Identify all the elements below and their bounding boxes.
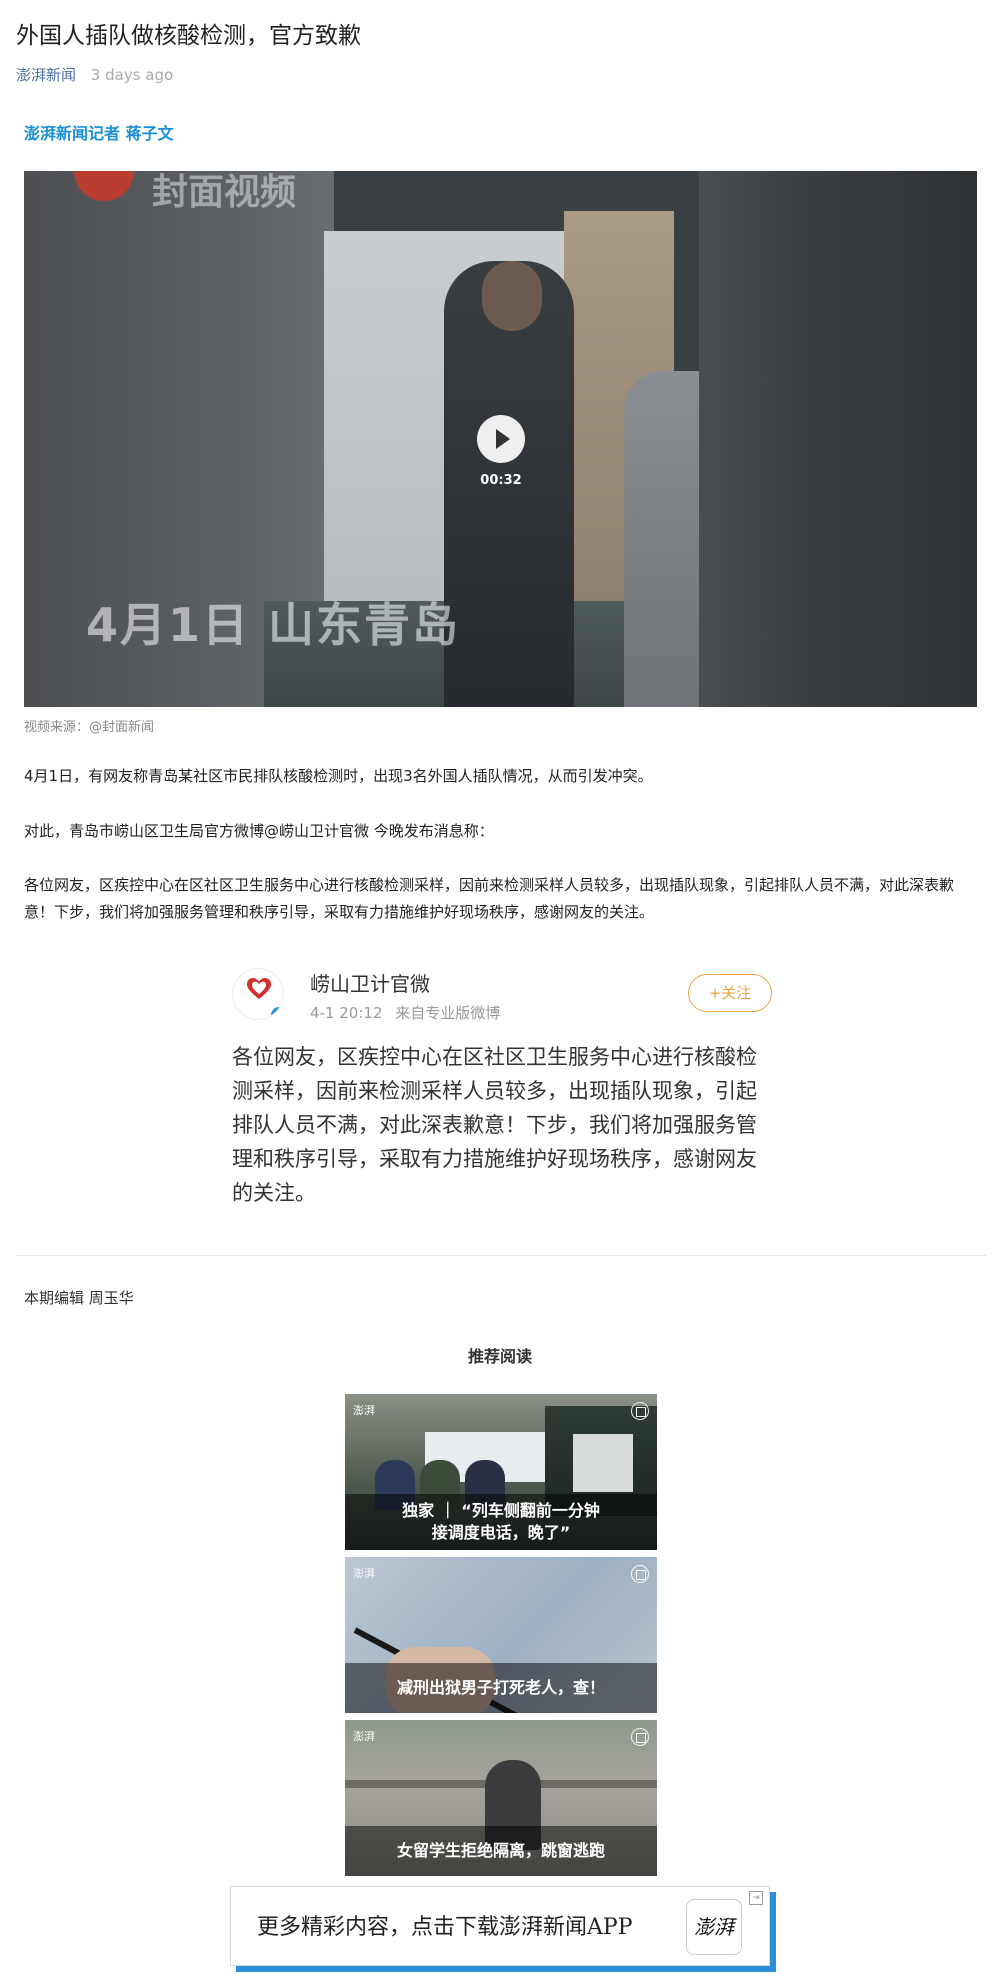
open-link-icon <box>631 1565 649 1583</box>
video-source-note: 视频来源：@封面新闻 <box>24 720 155 735</box>
video-caption: 4月1日 山东青岛 <box>86 598 461 652</box>
open-link-icon[interactable]: ⇥ <box>749 1891 763 1905</box>
card-title: 独家 ｜ “列车侧翻前一分钟 接调度电话，晚了” <box>345 1494 657 1550</box>
body-paragraph: 各位网友，区疾控中心在区社区卫生服务中心进行核酸检测采样，因前来检测采样人员较多… <box>24 876 955 921</box>
open-link-icon <box>631 1728 649 1746</box>
weibo-account-name[interactable]: 崂山卫计官微 <box>310 968 430 997</box>
editor-credit: 本期编辑 周玉华 <box>24 1289 134 1307</box>
weibo-post-date: 4-1 20:12 <box>310 1004 383 1022</box>
article-meta: 澎湃新闻 3 days ago <box>16 64 173 85</box>
video-frame-person-head <box>482 261 542 331</box>
recommend-card[interactable]: 澎湃 减刑出狱男子打死老人，查！ <box>345 1557 657 1713</box>
weibo-post-text: 各位网友，区疾控中心在区社区卫生服务中心进行核酸检测采样，因前来检测采样人员较多… <box>232 1045 757 1205</box>
recommend-heading: 推荐阅读 <box>467 1347 532 1366</box>
section-divider <box>16 1255 986 1256</box>
article-time: 3 days ago <box>90 66 174 84</box>
card-title-line: 接调度电话，晚了” <box>431 1523 571 1542</box>
video-duration: 00:32 <box>480 473 522 488</box>
weibo-post-via: 来自专业版微博 <box>395 1004 501 1022</box>
weibo-embed-card: ✓ 崂山卫计官微 4-1 20:12 来自专业版微博 +关注 各位网友，区疾控中… <box>228 962 774 1212</box>
article-title: 外国人插队做核酸检测，官方致歉 <box>16 23 361 49</box>
card-title-line: 女留学生拒绝隔离，跳窗逃跑 <box>396 1841 605 1860</box>
body-paragraph: 对此，青岛市崂山区卫生局官方微博@崂山卫计官微 今晚发布消息称： <box>24 822 494 840</box>
app-logo-icon: 澎湃 <box>686 1899 742 1955</box>
recommend-card[interactable]: 澎湃 女留学生拒绝隔离，跳窗逃跑 <box>345 1720 657 1876</box>
download-app-banner[interactable]: 更多精彩内容，点击下载澎湃新闻APP 澎湃 ⇥ <box>230 1886 770 1966</box>
video-frame-blur <box>699 171 977 707</box>
app-banner-text: 更多精彩内容，点击下载澎湃新闻APP <box>257 1915 633 1940</box>
card-title: 女留学生拒绝隔离，跳窗逃跑 <box>345 1826 657 1876</box>
play-icon[interactable] <box>477 415 525 463</box>
body-paragraph: 4月1日，有网友称青岛某社区市民排队核酸检测时，出现3名外国人插队情况，从而引发… <box>24 767 653 785</box>
avatar[interactable]: ✓ <box>232 968 284 1020</box>
open-link-icon <box>631 1402 649 1420</box>
article-source-link[interactable]: 澎湃新闻 <box>16 66 76 84</box>
card-brand-logo: 澎湃 <box>353 1404 375 1417</box>
verified-badge-icon: ✓ <box>271 1007 283 1019</box>
weibo-post-meta: 4-1 20:12 来自专业版微博 <box>310 1002 508 1023</box>
card-title-line: 减刑出狱男子打死老人，查！ <box>396 1678 605 1697</box>
card-title-line: 独家 ｜ “列车侧翻前一分钟 <box>402 1501 600 1520</box>
card-brand-logo: 澎湃 <box>353 1567 375 1580</box>
video-player[interactable]: 封面视频 4月1日 山东青岛 00:32 <box>24 171 977 707</box>
follow-button[interactable]: +关注 <box>688 974 772 1012</box>
card-image-notice <box>573 1434 633 1492</box>
recommend-card[interactable]: 澎湃 独家 ｜ “列车侧翻前一分钟 接调度电话，晚了” <box>345 1394 657 1550</box>
card-title: 减刑出狱男子打死老人，查！ <box>345 1663 657 1713</box>
reporter-byline: 澎湃新闻记者 蒋子文 <box>24 124 174 143</box>
video-watermark: 封面视频 <box>152 172 297 213</box>
card-brand-logo: 澎湃 <box>353 1730 375 1743</box>
heart-logo-icon <box>247 978 271 999</box>
